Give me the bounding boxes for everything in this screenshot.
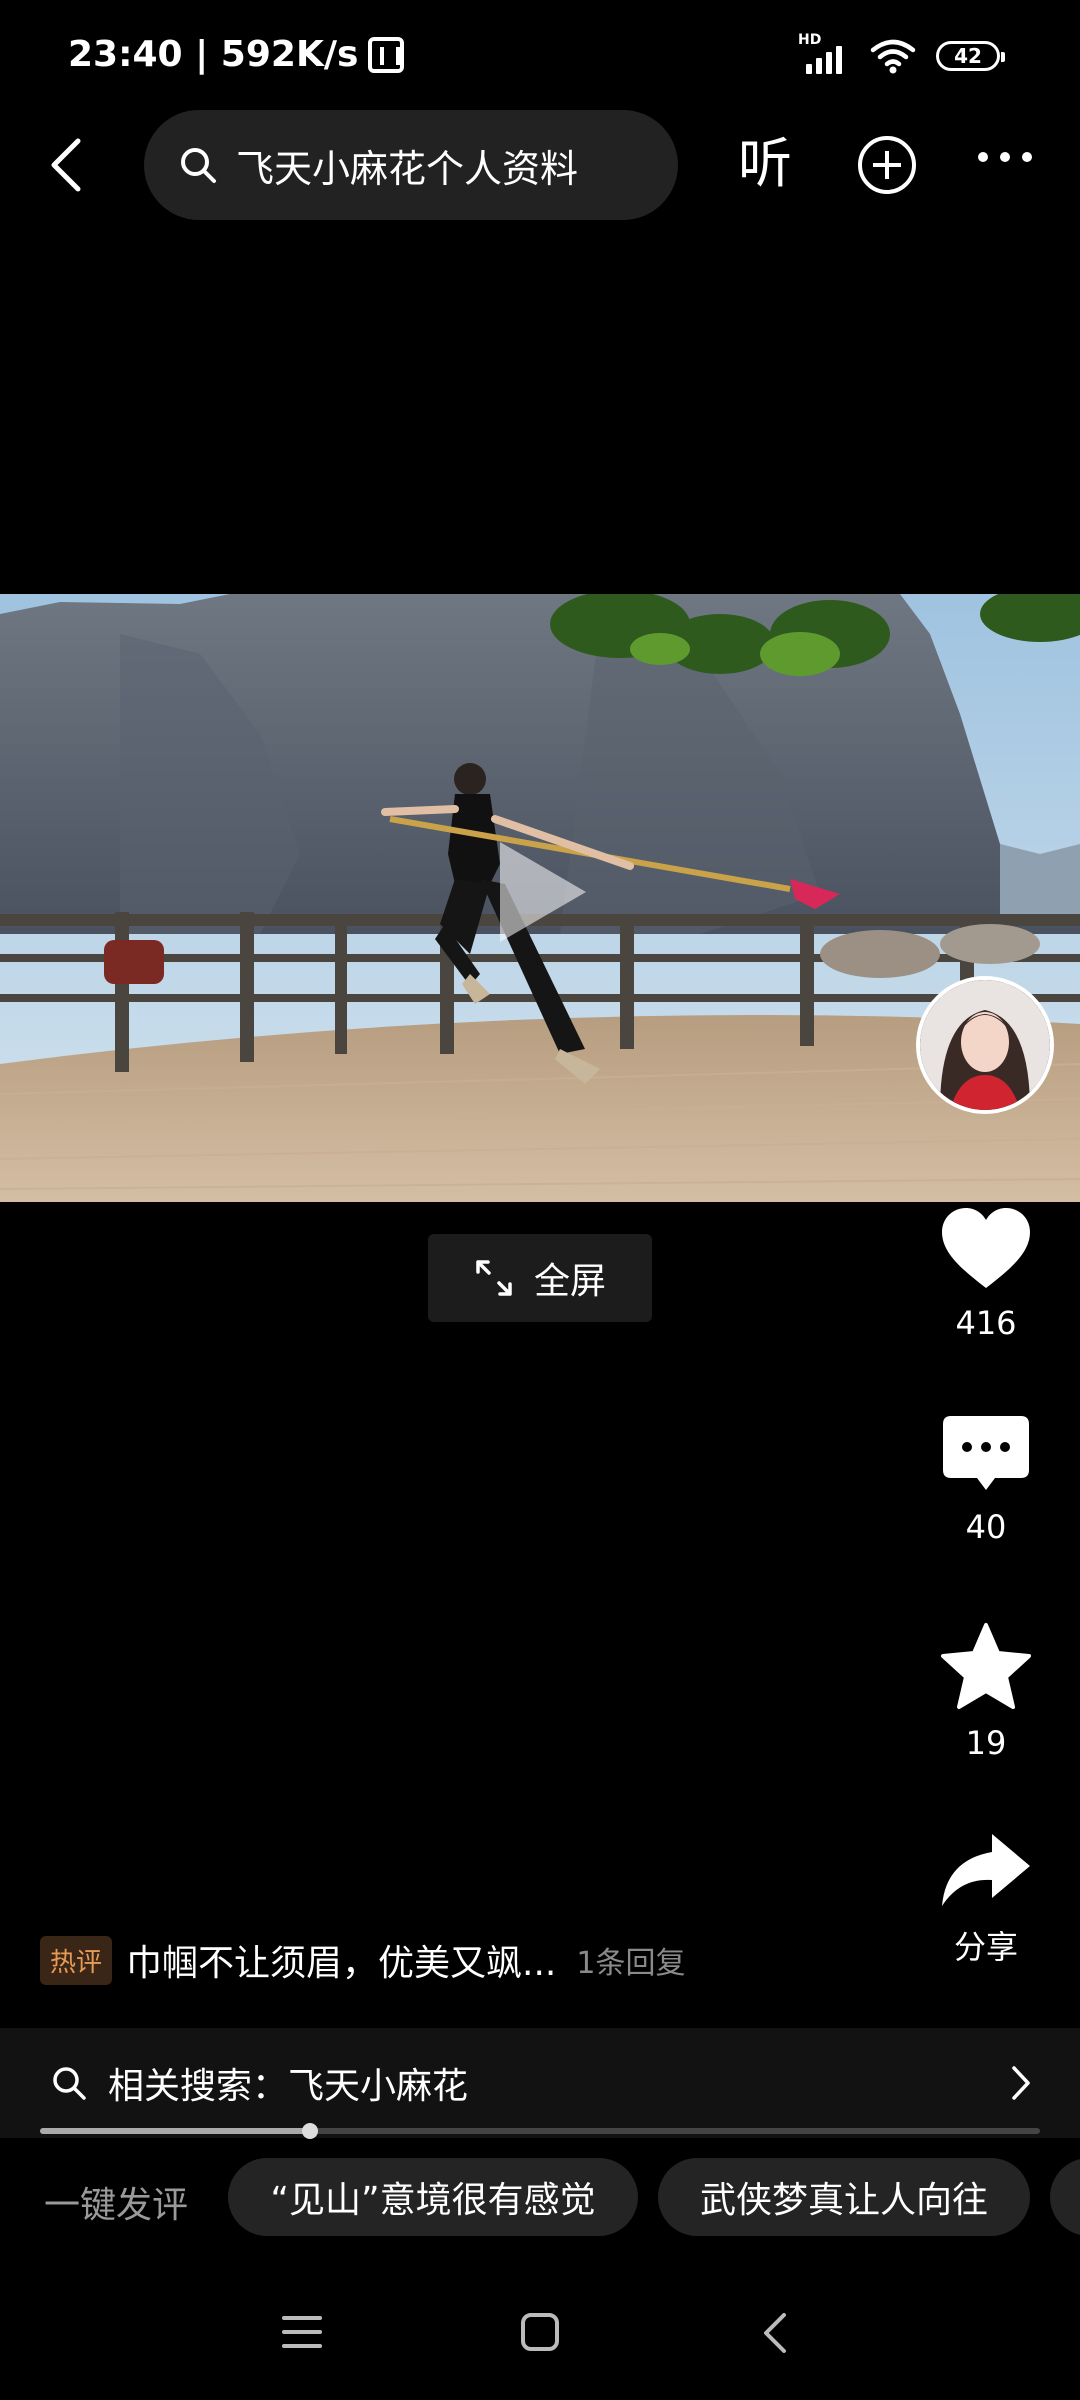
share-button[interactable]: 分享 <box>916 1832 1056 1968</box>
menu-icon[interactable] <box>282 2314 322 2350</box>
nfc-icon <box>368 36 405 73</box>
wifi-icon <box>870 39 916 74</box>
battery-level: 42 <box>954 44 982 68</box>
fullscreen-label: 全屏 <box>533 1261 606 1302</box>
status-right: HD 42 <box>798 32 1005 74</box>
favorite-button[interactable]: 19 <box>916 1622 1056 1762</box>
share-icon <box>942 1834 1030 1906</box>
battery-icon: 42 <box>936 41 1005 71</box>
hot-comment-tag: 热评 <box>40 1935 113 1985</box>
quick-comment-row: 一键发评 “见山”意境很有感觉 武侠梦真让人向往 <box>0 2158 1080 2238</box>
listen-button[interactable]: 听 <box>738 128 792 200</box>
status-left: 23:40 | 592K/s <box>68 34 405 75</box>
home-icon[interactable] <box>520 2312 560 2352</box>
search-box[interactable]: 飞天小麻花个人资料 <box>144 110 678 220</box>
add-button[interactable] <box>858 136 916 194</box>
reply-count[interactable]: 1条回复 <box>576 1938 685 1982</box>
chevron-left-icon <box>51 138 81 192</box>
status-bar: 23:40 | 592K/s HD 42 <box>0 0 1080 110</box>
quick-comment-chip-partial[interactable] <box>1050 2158 1080 2236</box>
status-time-speed: 23:40 | 592K/s <box>68 34 359 75</box>
favorite-count: 19 <box>965 1724 1007 1762</box>
search-icon <box>53 2067 86 2100</box>
back-button[interactable] <box>36 130 96 200</box>
signal-icon: HD <box>798 32 850 74</box>
hot-comment-text: 巾帼不让须眉，优美又飒... <box>126 1943 557 1984</box>
quick-comment-label: 一键发评 <box>44 2185 189 2226</box>
search-text: 飞天小麻花个人资料 <box>236 146 579 191</box>
comment-icon <box>943 1416 1029 1490</box>
like-button[interactable]: 416 <box>916 1206 1056 1342</box>
related-search-bar[interactable]: 相关搜索：飞天小麻花 <box>0 2028 1080 2138</box>
fullscreen-button[interactable]: 全屏 <box>428 1234 652 1322</box>
share-label: 分享 <box>953 1928 1018 1966</box>
expand-icon <box>476 1260 512 1296</box>
hot-comment[interactable]: 热评 巾帼不让须眉，优美又飒... 1条回复 <box>40 1934 685 1986</box>
avatar-image <box>920 980 1050 1110</box>
heart-icon <box>942 1208 1030 1288</box>
search-icon <box>181 148 216 183</box>
star-icon <box>941 1623 1031 1709</box>
progress-fill <box>40 2128 310 2134</box>
system-nav-bar <box>0 2290 1080 2400</box>
author-avatar[interactable] <box>916 976 1054 1114</box>
back-nav-icon[interactable] <box>762 2312 788 2354</box>
progress-thumb[interactable] <box>302 2123 318 2139</box>
comment-count: 40 <box>965 1508 1007 1546</box>
video-progress-bar[interactable] <box>40 2123 1040 2139</box>
quick-comment-chip[interactable]: “见山”意境很有感觉 <box>228 2158 638 2236</box>
related-search-label: 相关搜索：飞天小麻花 <box>108 2066 469 2107</box>
play-icon[interactable] <box>500 842 586 942</box>
quick-comment-chip[interactable]: 武侠梦真让人向往 <box>658 2158 1030 2236</box>
like-count: 416 <box>955 1304 1017 1342</box>
chevron-right-icon <box>1012 2066 1030 2100</box>
comment-button[interactable]: 40 <box>916 1414 1056 1546</box>
more-options-button[interactable] <box>978 152 1032 162</box>
